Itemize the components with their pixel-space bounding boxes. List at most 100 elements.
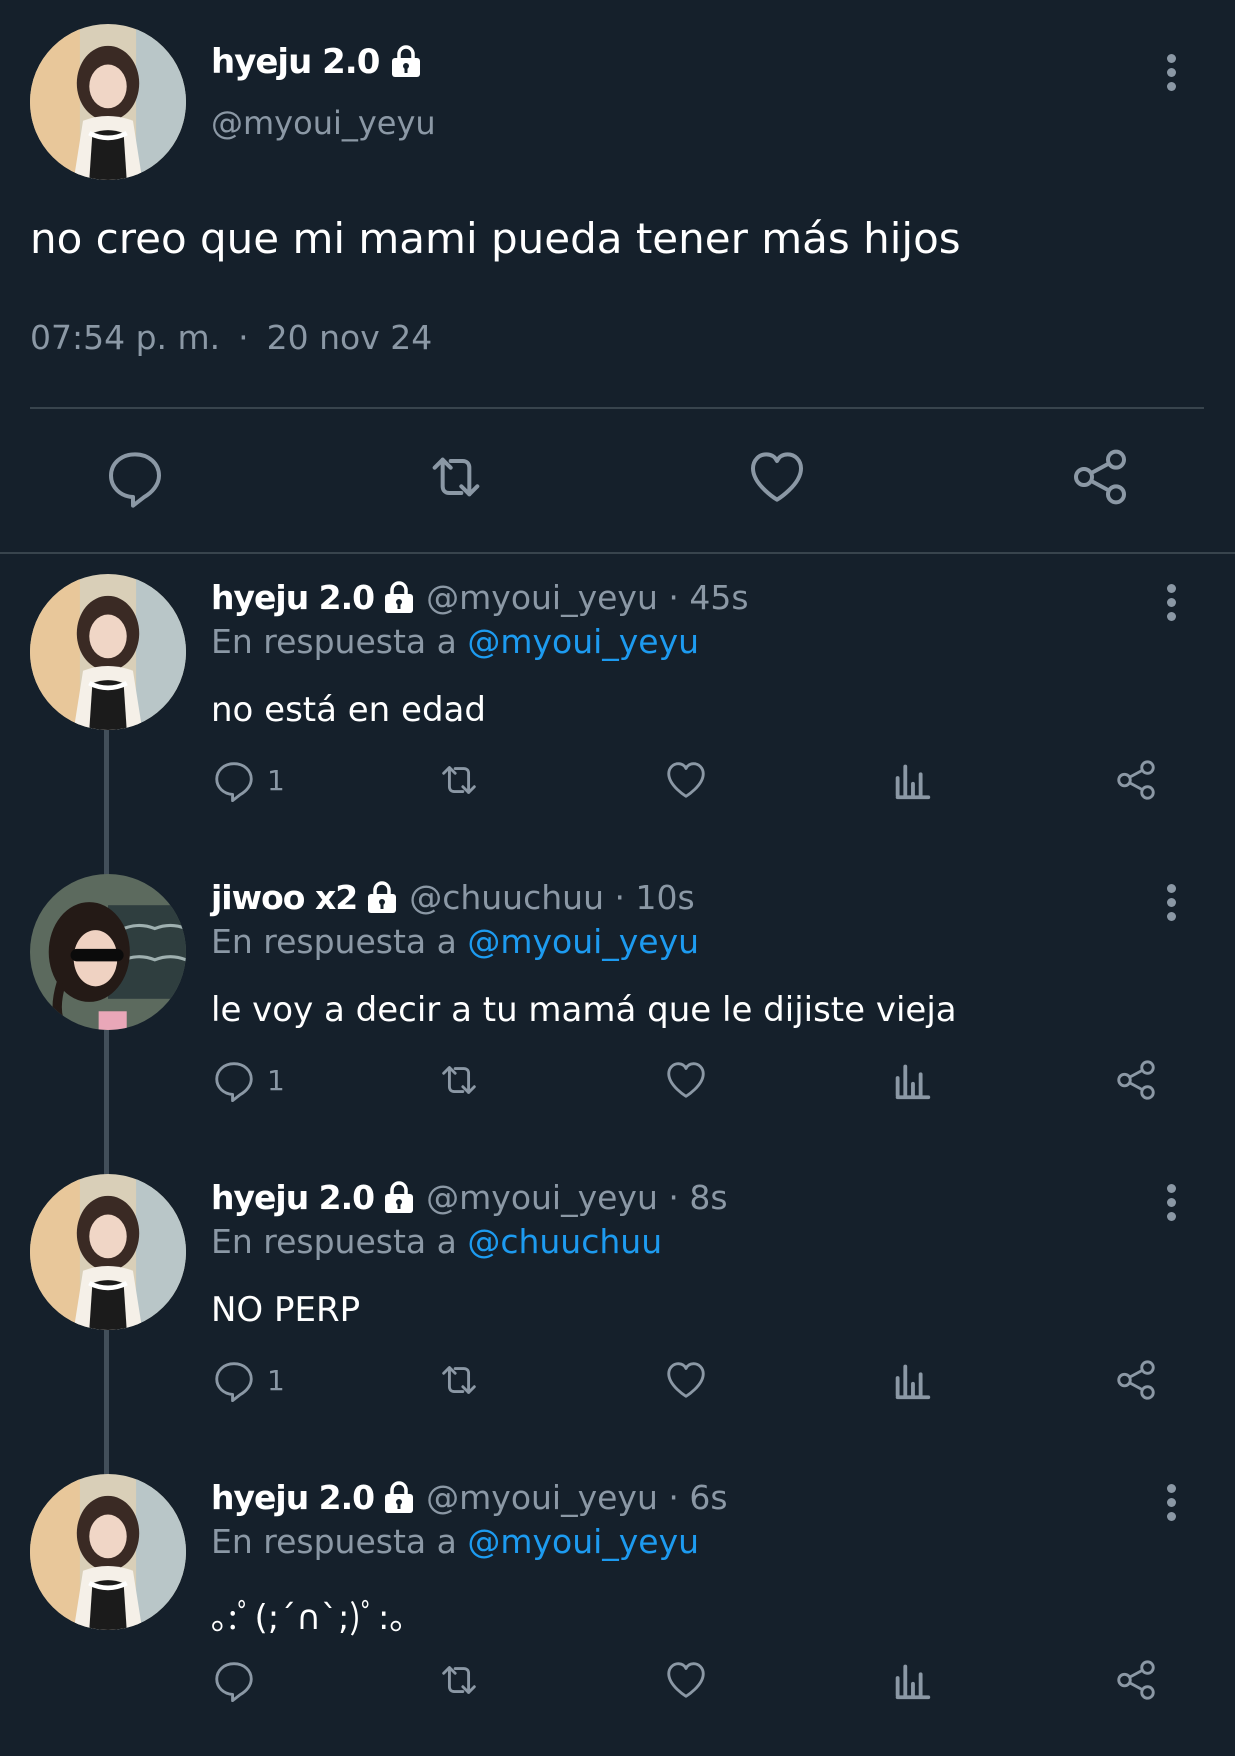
reply-tweet: hyeju 2.0 @myoui_yeyu · 6s En respuesta … xyxy=(0,1456,1235,1756)
reply-header: hyeju 2.0 @myoui_yeyu · 45s xyxy=(211,578,749,617)
reply-context: En respuesta a @chuuchuu xyxy=(211,1222,662,1261)
reply-button[interactable]: 1 xyxy=(211,1356,285,1404)
author-name[interactable]: jiwoo x2 xyxy=(211,878,358,917)
views-icon xyxy=(889,1657,935,1703)
reply-button[interactable] xyxy=(103,445,167,509)
like-button[interactable] xyxy=(663,1656,709,1704)
reply-mention[interactable]: @myoui_yeyu xyxy=(467,622,699,661)
reply-context: En respuesta a @myoui_yeyu xyxy=(211,1522,699,1561)
avatar[interactable] xyxy=(30,1174,186,1330)
author-name[interactable]: hyeju 2.0 xyxy=(211,1478,375,1517)
avatar[interactable] xyxy=(30,874,186,1030)
retweet-icon xyxy=(436,1057,482,1103)
reply-header: hyeju 2.0 @myoui_yeyu · 6s xyxy=(211,1478,728,1517)
like-button[interactable] xyxy=(663,1356,709,1404)
more-options-icon[interactable] xyxy=(1161,54,1181,98)
tweet-actions: 1 xyxy=(0,756,1235,804)
divider xyxy=(0,552,1235,554)
share-icon xyxy=(1113,1657,1159,1703)
like-button[interactable] xyxy=(663,1056,709,1104)
reply-header: jiwoo x2 @chuuchuu · 10s xyxy=(211,878,695,917)
views-icon xyxy=(889,1357,935,1403)
author-name[interactable]: hyeju 2.0 xyxy=(211,1178,375,1217)
tweet-text: no está en edad xyxy=(211,690,486,730)
reply-tweet: hyeju 2.0 @myoui_yeyu · 8s En respuesta … xyxy=(0,1156,1235,1456)
retweet-button[interactable] xyxy=(436,756,482,804)
views-icon xyxy=(889,1057,935,1103)
more-options-icon[interactable] xyxy=(1161,1484,1181,1528)
like-icon xyxy=(663,1357,709,1403)
reply-context-label: En respuesta a xyxy=(211,1222,468,1261)
avatar[interactable] xyxy=(30,1474,186,1630)
more-options-icon[interactable] xyxy=(1161,584,1181,628)
views-button[interactable] xyxy=(889,1056,935,1104)
views-button[interactable] xyxy=(889,1656,935,1704)
author-name[interactable]: hyeju 2.0 xyxy=(211,578,375,617)
like-button[interactable] xyxy=(663,756,709,804)
lock-icon xyxy=(389,45,423,79)
retweet-button[interactable] xyxy=(424,445,488,509)
like-icon xyxy=(663,1657,709,1703)
reply-button[interactable]: 1 xyxy=(211,1056,285,1104)
retweet-icon xyxy=(436,757,482,803)
tweet-actions: 1 xyxy=(0,1056,1235,1104)
tweet-text: no creo que mi mami pueda tener más hijo… xyxy=(30,214,961,263)
share-button[interactable] xyxy=(1113,1356,1159,1404)
like-icon xyxy=(663,1057,709,1103)
tweet-actions xyxy=(0,445,1235,515)
tweet-text: le voy a decir a tu mamá que le dijiste … xyxy=(211,990,957,1030)
more-options-icon[interactable] xyxy=(1161,884,1181,928)
reply-icon xyxy=(211,1357,257,1403)
share-button[interactable] xyxy=(1068,445,1132,509)
like-icon xyxy=(663,757,709,803)
author-name-row: hyeju 2.0 xyxy=(211,42,423,82)
retweet-icon xyxy=(424,445,488,509)
views-icon xyxy=(889,757,935,803)
reply-context: En respuesta a @myoui_yeyu xyxy=(211,622,699,661)
share-button[interactable] xyxy=(1113,756,1159,804)
like-button[interactable] xyxy=(745,445,809,509)
author-name[interactable]: hyeju 2.0 xyxy=(211,42,380,82)
retweet-button[interactable] xyxy=(436,1356,482,1404)
avatar[interactable] xyxy=(30,574,186,730)
divider xyxy=(30,407,1204,409)
reply-mention[interactable]: @myoui_yeyu xyxy=(467,922,699,961)
reply-icon xyxy=(103,445,167,509)
lock-icon xyxy=(365,881,399,915)
reply-icon xyxy=(211,757,257,803)
reply-count: 1 xyxy=(267,1363,285,1397)
views-button[interactable] xyxy=(889,1356,935,1404)
lock-icon xyxy=(382,1481,416,1515)
share-button[interactable] xyxy=(1113,1056,1159,1104)
like-icon xyxy=(745,445,809,509)
retweet-button[interactable] xyxy=(436,1056,482,1104)
reply-context-label: En respuesta a xyxy=(211,1522,468,1561)
tweet-text: NO PERP xyxy=(211,1290,361,1330)
share-icon xyxy=(1113,757,1159,803)
reply-context-label: En respuesta a xyxy=(211,622,468,661)
tweet-text: ｡:ﾟ(;´∩`;)ﾟ:｡ xyxy=(211,1598,407,1638)
views-button[interactable] xyxy=(889,756,935,804)
reply-tweet: hyeju 2.0 @myoui_yeyu · 45s En respuesta… xyxy=(0,556,1235,856)
retweet-icon xyxy=(436,1657,482,1703)
reply-count: 1 xyxy=(267,1063,285,1097)
tweet-date: 20 nov 24 xyxy=(266,318,433,357)
share-icon xyxy=(1113,1057,1159,1103)
reply-count: 1 xyxy=(267,763,285,797)
share-icon xyxy=(1113,1357,1159,1403)
lock-icon xyxy=(382,1181,416,1215)
reply-context: En respuesta a @myoui_yeyu xyxy=(211,922,699,961)
avatar[interactable] xyxy=(30,24,186,180)
reply-icon xyxy=(211,1657,257,1703)
author-meta: @myoui_yeyu · 45s xyxy=(426,578,749,617)
reply-button[interactable]: 1 xyxy=(211,756,285,804)
timestamp-separator: · xyxy=(238,318,249,357)
author-handle[interactable]: @myoui_yeyu xyxy=(211,104,436,142)
reply-button[interactable] xyxy=(211,1656,267,1704)
more-options-icon[interactable] xyxy=(1161,1184,1181,1228)
retweet-button[interactable] xyxy=(436,1656,482,1704)
reply-mention[interactable]: @chuuchuu xyxy=(467,1222,662,1261)
share-button[interactable] xyxy=(1113,1656,1159,1704)
share-icon xyxy=(1068,445,1132,509)
reply-mention[interactable]: @myoui_yeyu xyxy=(467,1522,699,1561)
